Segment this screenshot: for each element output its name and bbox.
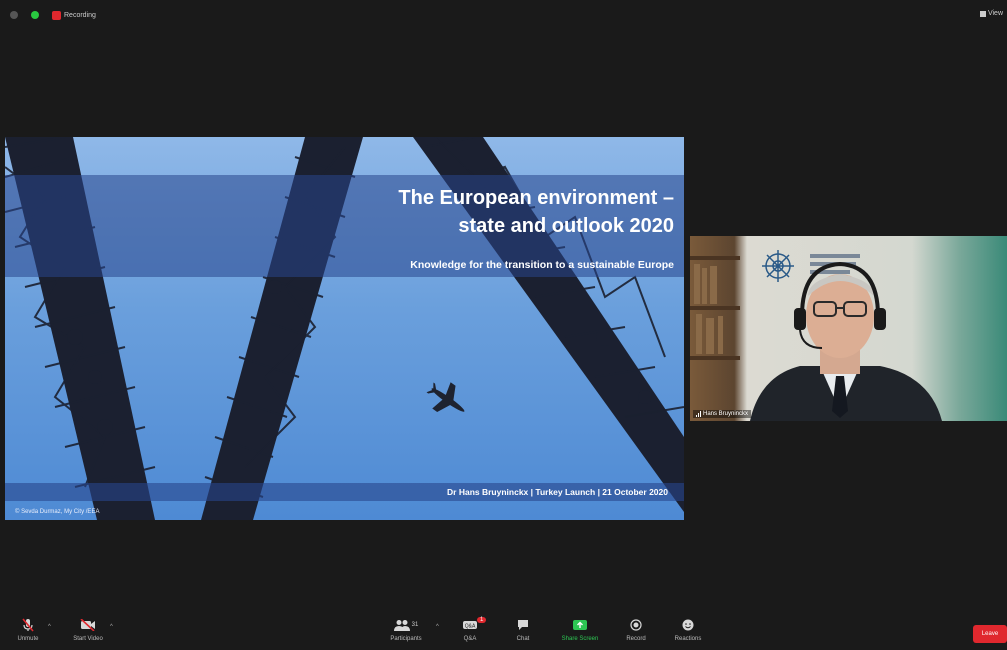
start-video-button[interactable]: Start Video [62, 618, 114, 642]
audio-options-caret-icon[interactable]: ^ [48, 624, 51, 630]
unmute-label: Unmute [17, 636, 39, 642]
smile-icon [682, 618, 694, 632]
participants-options-caret-icon[interactable]: ^ [436, 624, 439, 630]
photo-credit: © Sevda Durmaz, My City /EEA [15, 509, 100, 515]
video-options-caret-icon[interactable]: ^ [110, 624, 113, 630]
speaker-video-frame [690, 250, 942, 421]
airplane-icon [426, 382, 465, 412]
start-video-label: Start Video [73, 636, 103, 642]
chat-icon [517, 618, 529, 632]
recording-label: Recording [64, 12, 96, 19]
window-control-zoom[interactable] [31, 11, 39, 19]
chat-label: Chat [516, 636, 530, 642]
participant-name: Hans Bruyninckx [703, 411, 749, 417]
leave-label: Leave [981, 631, 999, 637]
qa-badge: 1 [477, 617, 487, 623]
microphone-muted-icon [22, 618, 34, 632]
eea-logo-icon [762, 250, 794, 282]
reactions-button[interactable]: Reactions [662, 618, 714, 642]
participants-icon: 31 [393, 618, 419, 632]
video-camera-icon [80, 618, 96, 632]
shared-screen-slide: The European environment – state and out… [5, 137, 684, 520]
share-screen-label: Share Screen [561, 636, 599, 642]
record-icon [630, 618, 642, 632]
grid-icon [979, 10, 986, 17]
leave-button[interactable]: Leave [973, 625, 1007, 643]
unmute-button[interactable]: Unmute [2, 618, 54, 642]
view-button[interactable]: View [979, 10, 1003, 17]
recording-icon [52, 11, 61, 20]
participants-button[interactable]: 31 Participants [380, 618, 432, 642]
slide-title-line-2: state and outlook 2020 [458, 215, 674, 237]
meeting-top-bar: Recording View [0, 0, 1007, 30]
share-screen-button[interactable]: Share Screen [554, 618, 606, 642]
slide-title-line-1: The European environment – [398, 187, 674, 209]
chat-button[interactable]: Chat [497, 618, 549, 642]
signal-strength-icon [696, 411, 701, 417]
reactions-label: Reactions [674, 636, 702, 642]
participants-label: Participants [390, 636, 422, 642]
participants-count: 31 [411, 622, 419, 628]
window-control-close[interactable] [10, 11, 18, 19]
participant-video-tile[interactable]: Hans Bruyninckx [690, 236, 1007, 421]
meeting-toolbar: Unmute ^ Start Video ^ 31 Participants ^… [0, 612, 1007, 650]
speaker-person [750, 261, 942, 421]
qa-label: Q&A [463, 636, 477, 642]
slide-footer: Dr Hans Bruyninckx | Turkey Launch | 21 … [447, 487, 668, 497]
view-label: View [987, 10, 1003, 17]
qa-button[interactable]: Q&A Q&A [444, 618, 496, 642]
share-screen-icon [572, 618, 588, 632]
slide-subtitle: Knowledge for the transition to a sustai… [410, 259, 674, 271]
record-label: Record [626, 636, 646, 642]
qa-icon: Q&A [462, 618, 478, 632]
slide-title: The European environment – state and out… [398, 184, 674, 240]
recording-indicator: Recording [52, 9, 96, 22]
record-button[interactable]: Record [610, 618, 662, 642]
participant-name-tag: Hans Bruyninckx [693, 410, 752, 418]
svg-text:Q&A: Q&A [465, 624, 476, 630]
